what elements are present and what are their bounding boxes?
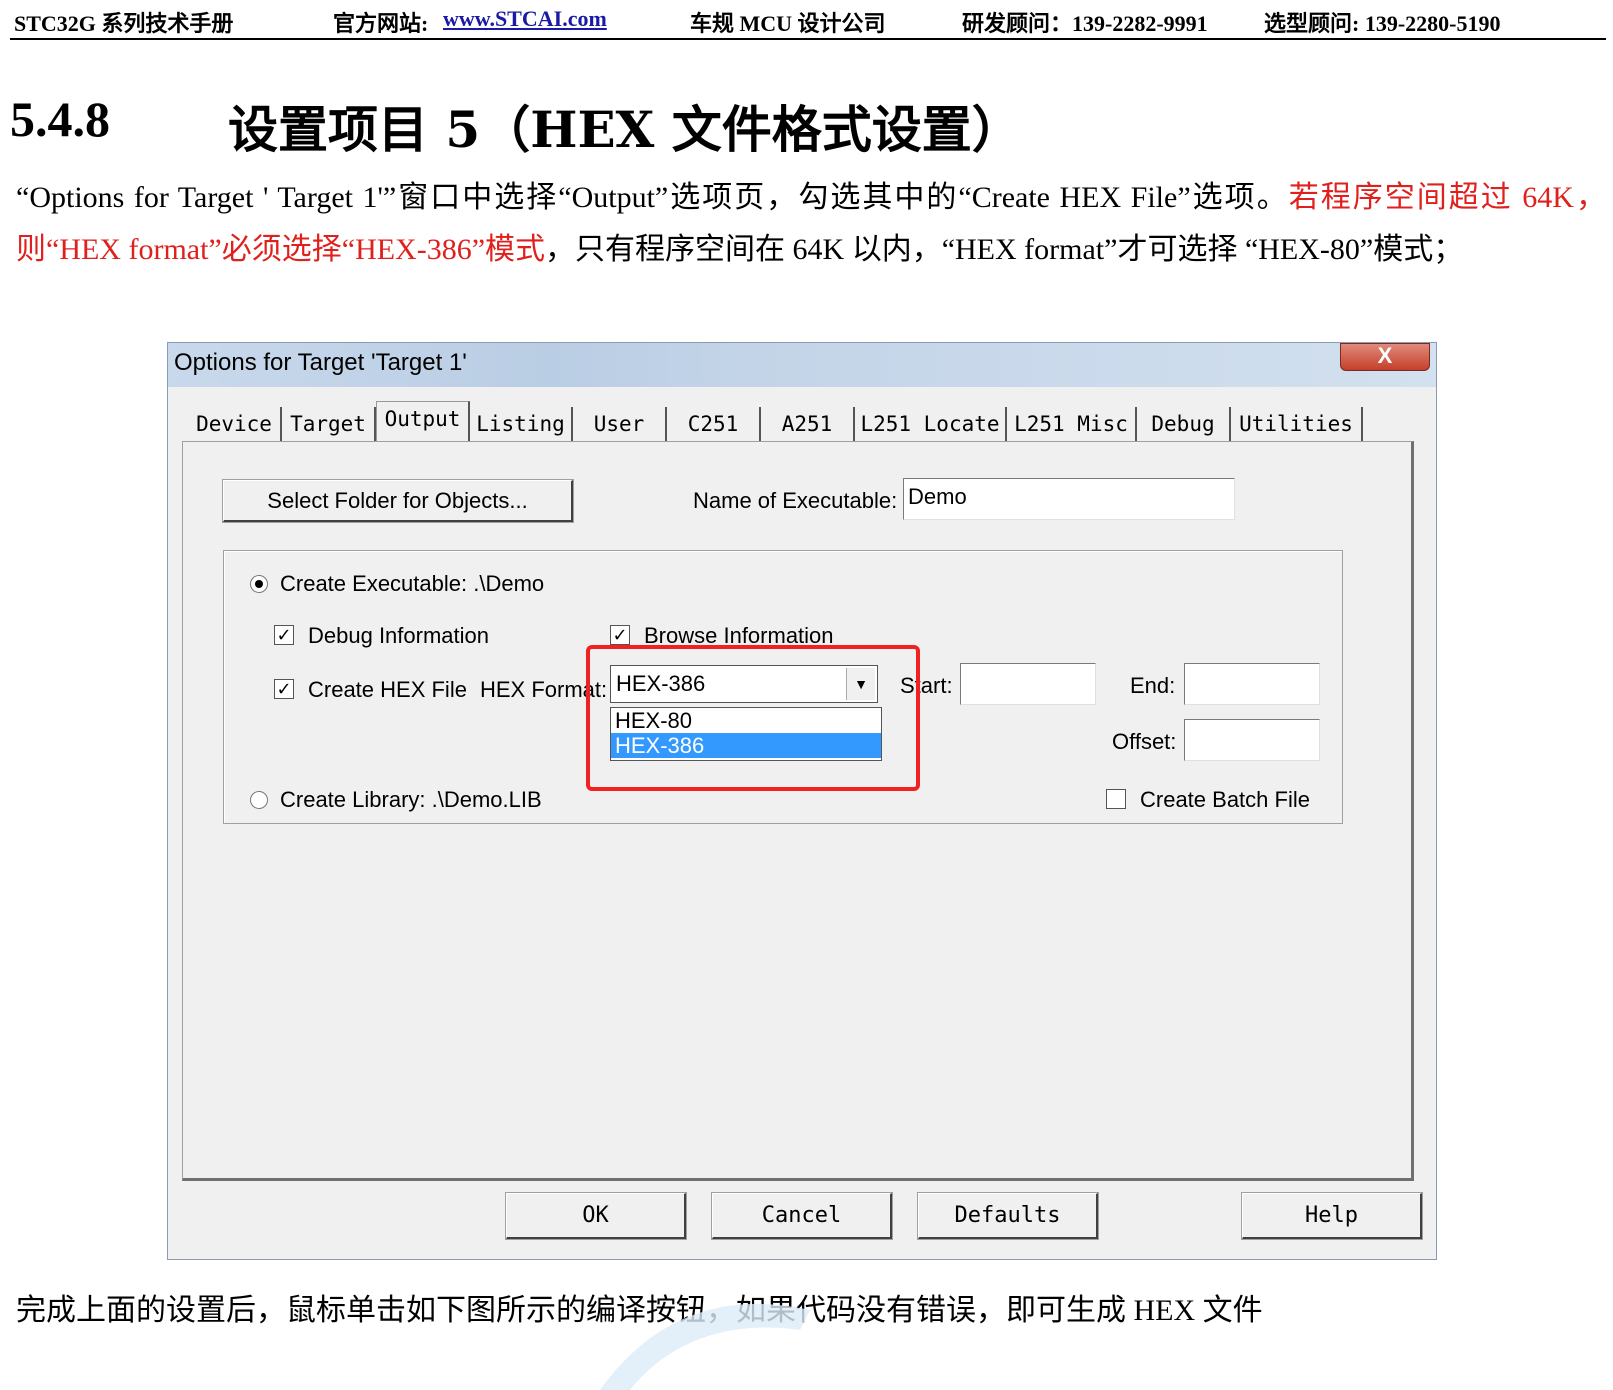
tab-target[interactable]: Target xyxy=(282,407,376,441)
create-executable-label: Create Executable: .\Demo xyxy=(280,571,545,596)
para-part-1: “Options for Target ' Target 1'”窗口中选择“Ou… xyxy=(16,181,1289,214)
debug-info-checkbox[interactable]: ✓ xyxy=(274,625,294,645)
tab-l251-locate[interactable]: L251 Locate xyxy=(855,407,1007,441)
create-hex-label: Create HEX File xyxy=(308,677,467,702)
output-group: Create Executable: .\Demo ✓ Debug Inform… xyxy=(223,550,1343,824)
intro-paragraph: “Options for Target ' Target 1'”窗口中选择“Ou… xyxy=(16,172,1606,276)
para-part-3: ，只有程序空间在 64K 以内，“HEX format”才可选择 “HEX-80… xyxy=(545,233,1464,266)
end-label: End: xyxy=(1130,673,1176,698)
start-input[interactable] xyxy=(960,663,1096,705)
section-number: 5.4.8 xyxy=(10,91,110,147)
create-batch-label: Create Batch File xyxy=(1140,787,1310,812)
ok-button[interactable]: OK xyxy=(505,1192,687,1240)
name-executable-label: Name of Executable: xyxy=(693,488,898,513)
tab-a251[interactable]: A251 xyxy=(761,407,855,441)
page-header: STC32G 系列技术手册 官方网站: www.STCAI.com 车规 MCU… xyxy=(0,0,1613,42)
create-library-label: Create Library: .\Demo.LIB xyxy=(280,787,542,812)
create-batch-checkbox[interactable] xyxy=(1106,789,1126,809)
browse-info-checkbox[interactable]: ✓ xyxy=(610,625,630,645)
defaults-button[interactable]: Defaults xyxy=(917,1192,1099,1240)
tab-utilities[interactable]: Utilities xyxy=(1231,407,1363,441)
tab-listing[interactable]: Listing xyxy=(470,407,573,441)
name-executable-input[interactable]: Demo xyxy=(903,478,1235,520)
company-tagline: 车规 MCU 设计公司 xyxy=(690,11,886,36)
tab-output[interactable]: Output xyxy=(376,401,470,441)
dialog-title: Options for Target 'Target 1' xyxy=(174,349,467,376)
site-link[interactable]: www.STCAI.com xyxy=(443,6,607,32)
close-button[interactable]: X xyxy=(1340,343,1430,371)
rd-contact: 研发顾问：139-2282-9991 xyxy=(962,11,1208,36)
highlight-box xyxy=(586,645,920,791)
end-input[interactable] xyxy=(1184,663,1320,705)
bottom-paragraph: 完成上面的设置后，鼠标单击如下图所示的编译按钮，如果代码没有错误，即可生成 HE… xyxy=(16,1294,1263,1327)
create-library-radio[interactable] xyxy=(250,791,268,809)
tab-debug[interactable]: Debug xyxy=(1137,407,1231,441)
manual-title: STC32G 系列技术手册 xyxy=(14,11,234,36)
tab-user[interactable]: User xyxy=(573,407,667,441)
tab-c251[interactable]: C251 xyxy=(667,407,761,441)
help-button[interactable]: Help xyxy=(1241,1192,1423,1240)
cancel-button[interactable]: Cancel xyxy=(711,1192,893,1240)
debug-info-label: Debug Information xyxy=(308,623,489,648)
offset-input[interactable] xyxy=(1184,719,1320,761)
dialog-titlebar[interactable]: Options for Target 'Target 1' X xyxy=(168,343,1436,387)
options-dialog: Options for Target 'Target 1' X Device T… xyxy=(167,342,1437,1260)
offset-label: Offset: xyxy=(1112,729,1177,754)
tab-device[interactable]: Device xyxy=(188,407,282,441)
tab-l251-misc[interactable]: L251 Misc xyxy=(1007,407,1137,441)
select-folder-button[interactable]: Select Folder for Objects... xyxy=(222,479,574,523)
create-hex-checkbox[interactable]: ✓ xyxy=(274,679,294,699)
header-rule xyxy=(10,38,1606,40)
create-executable-radio[interactable] xyxy=(250,575,268,593)
section-title: 设置项目 5（HEX 文件格式设置） xyxy=(228,100,1022,159)
site-label: 官方网站: xyxy=(333,11,429,36)
output-panel: Select Folder for Objects... Name of Exe… xyxy=(182,441,1414,1181)
sel-contact: 选型顾问: 139-2280-5190 xyxy=(1264,11,1501,36)
